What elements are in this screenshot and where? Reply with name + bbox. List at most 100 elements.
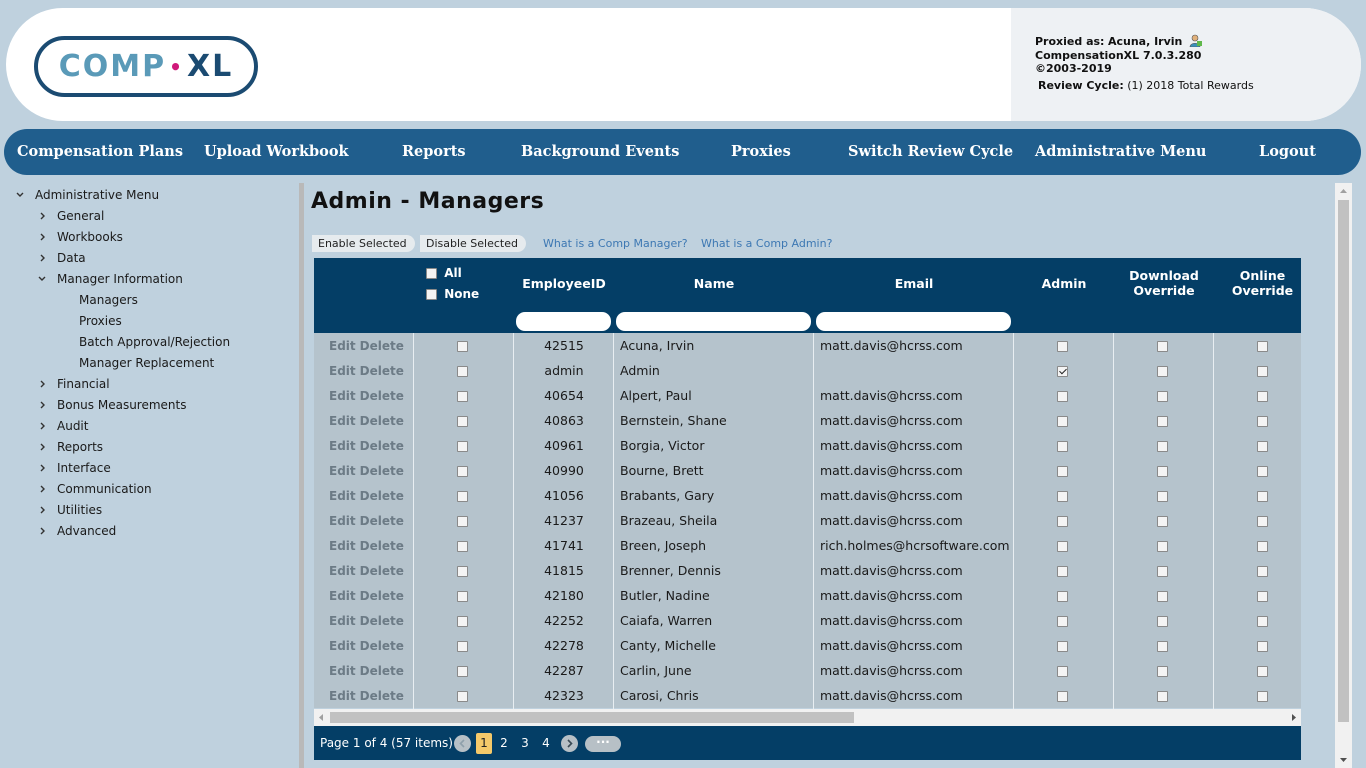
more-pages-button[interactable]: ··· (585, 736, 621, 752)
tree-item-communication[interactable]: Communication (57, 479, 152, 499)
admin-checkbox[interactable] (1057, 441, 1068, 452)
col-header-email[interactable]: Email (814, 276, 1014, 291)
vertical-scroll-thumb[interactable] (1338, 200, 1349, 722)
nav-upload-workbook[interactable]: Upload Workbook (204, 129, 349, 175)
tree-item-manager-information[interactable]: Manager Information (57, 269, 183, 289)
page-4-button[interactable]: 4 (538, 733, 554, 754)
row-select-checkbox[interactable] (457, 341, 468, 352)
scroll-right-icon[interactable] (1290, 713, 1298, 722)
nav-administrative-menu[interactable]: Administrative Menu (1035, 129, 1206, 175)
delete-link[interactable]: Delete (360, 364, 404, 378)
row-select-checkbox[interactable] (457, 416, 468, 427)
nav-compensation-plans[interactable]: Compensation Plans (17, 129, 183, 175)
disable-selected-button[interactable]: Disable Selected (420, 235, 526, 252)
row-select-checkbox[interactable] (457, 491, 468, 502)
chevron-down-icon[interactable] (36, 269, 48, 289)
delete-link[interactable]: Delete (360, 689, 404, 703)
row-select-checkbox[interactable] (457, 691, 468, 702)
delete-link[interactable]: Delete (360, 564, 404, 578)
delete-link[interactable]: Delete (360, 414, 404, 428)
online-override-checkbox[interactable] (1257, 691, 1268, 702)
edit-link[interactable]: Edit (329, 489, 356, 503)
enable-selected-button[interactable]: Enable Selected (312, 235, 415, 252)
chevron-right-icon[interactable] (36, 227, 48, 247)
col-header-employeeid[interactable]: EmployeeID (514, 276, 614, 291)
pane-splitter[interactable] (299, 183, 304, 768)
tree-item-audit[interactable]: Audit (57, 416, 88, 436)
chevron-right-icon[interactable] (36, 374, 48, 394)
download-override-checkbox[interactable] (1157, 391, 1168, 402)
online-override-checkbox[interactable] (1257, 366, 1268, 377)
row-select-checkbox[interactable] (457, 391, 468, 402)
col-header-online-override[interactable]: Online Override (1214, 268, 1311, 298)
row-select-checkbox[interactable] (457, 641, 468, 652)
admin-checkbox[interactable] (1057, 666, 1068, 677)
chevron-right-icon[interactable] (36, 500, 48, 520)
download-override-checkbox[interactable] (1157, 591, 1168, 602)
edit-link[interactable]: Edit (329, 464, 356, 478)
admin-checkbox[interactable] (1057, 366, 1068, 377)
edit-link[interactable]: Edit (329, 564, 356, 578)
employeeid-filter-input[interactable] (516, 312, 611, 331)
chevron-down-icon[interactable] (14, 185, 26, 205)
tree-item-interface[interactable]: Interface (57, 458, 111, 478)
row-select-checkbox[interactable] (457, 516, 468, 527)
row-select-checkbox[interactable] (457, 666, 468, 677)
select-none-checkbox[interactable] (426, 289, 437, 300)
edit-link[interactable]: Edit (329, 414, 356, 428)
admin-checkbox[interactable] (1057, 541, 1068, 552)
horizontal-scrollbar[interactable] (314, 709, 1301, 726)
page-3-button[interactable]: 3 (517, 733, 533, 754)
chevron-right-icon[interactable] (36, 437, 48, 457)
edit-link[interactable]: Edit (329, 439, 356, 453)
online-override-checkbox[interactable] (1257, 616, 1268, 627)
online-override-checkbox[interactable] (1257, 591, 1268, 602)
online-override-checkbox[interactable] (1257, 341, 1268, 352)
online-override-checkbox[interactable] (1257, 391, 1268, 402)
admin-checkbox[interactable] (1057, 391, 1068, 402)
select-all-checkbox[interactable] (426, 268, 437, 279)
nav-reports[interactable]: Reports (402, 129, 466, 175)
admin-checkbox[interactable] (1057, 466, 1068, 477)
edit-link[interactable]: Edit (329, 339, 356, 353)
chevron-right-icon[interactable] (36, 416, 48, 436)
horizontal-scroll-thumb[interactable] (330, 712, 854, 723)
chevron-right-icon[interactable] (36, 479, 48, 499)
row-select-checkbox[interactable] (457, 441, 468, 452)
col-header-admin[interactable]: Admin (1014, 276, 1114, 291)
edit-link[interactable]: Edit (329, 589, 356, 603)
tree-item-batch-approval[interactable]: Batch Approval/Rejection (79, 332, 230, 352)
online-override-checkbox[interactable] (1257, 441, 1268, 452)
admin-checkbox[interactable] (1057, 691, 1068, 702)
tree-item-data[interactable]: Data (57, 248, 86, 268)
admin-checkbox[interactable] (1057, 591, 1068, 602)
tree-item-manager-replacement[interactable]: Manager Replacement (79, 353, 214, 373)
nav-logout[interactable]: Logout (1259, 129, 1316, 175)
row-select-checkbox[interactable] (457, 591, 468, 602)
delete-link[interactable]: Delete (360, 339, 404, 353)
download-override-checkbox[interactable] (1157, 541, 1168, 552)
what-is-comp-manager-link[interactable]: What is a Comp Manager? (543, 235, 688, 252)
col-header-name[interactable]: Name (614, 276, 814, 291)
delete-link[interactable]: Delete (360, 514, 404, 528)
download-override-checkbox[interactable] (1157, 566, 1168, 577)
online-override-checkbox[interactable] (1257, 666, 1268, 677)
email-filter-input[interactable] (816, 312, 1011, 331)
chevron-right-icon[interactable] (36, 458, 48, 478)
download-override-checkbox[interactable] (1157, 666, 1168, 677)
delete-link[interactable]: Delete (360, 389, 404, 403)
admin-checkbox[interactable] (1057, 566, 1068, 577)
online-override-checkbox[interactable] (1257, 466, 1268, 477)
row-select-checkbox[interactable] (457, 566, 468, 577)
edit-link[interactable]: Edit (329, 514, 356, 528)
admin-checkbox[interactable] (1057, 341, 1068, 352)
download-override-checkbox[interactable] (1157, 416, 1168, 427)
edit-link[interactable]: Edit (329, 389, 356, 403)
download-override-checkbox[interactable] (1157, 691, 1168, 702)
nav-proxies[interactable]: Proxies (731, 129, 791, 175)
online-override-checkbox[interactable] (1257, 516, 1268, 527)
tree-item-bonus-measurements[interactable]: Bonus Measurements (57, 395, 187, 415)
name-filter-input[interactable] (616, 312, 811, 331)
delete-link[interactable]: Delete (360, 589, 404, 603)
row-select-checkbox[interactable] (457, 541, 468, 552)
